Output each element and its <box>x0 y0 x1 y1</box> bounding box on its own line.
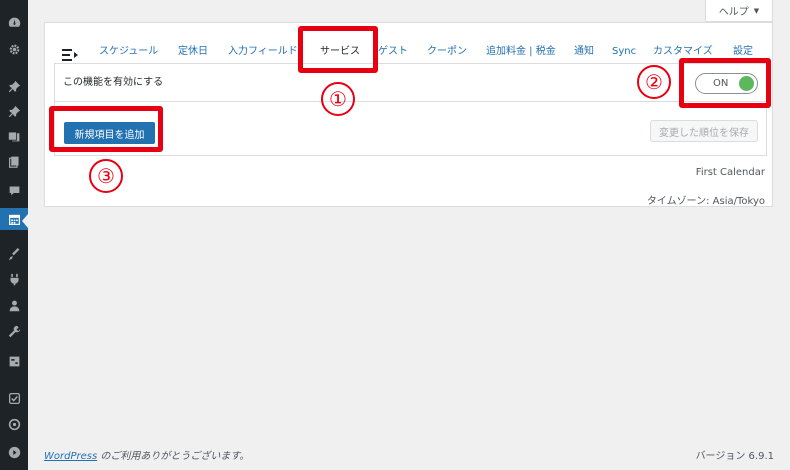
footer-thanks: WordPress のご利用ありがとうございます。 <box>44 447 249 462</box>
pin-icon[interactable] <box>0 75 28 97</box>
marker-1: ① <box>321 82 355 116</box>
marker-2: ② <box>637 65 671 99</box>
help-label: ヘルプ <box>718 7 749 18</box>
tab-sync[interactable]: Sync <box>612 41 636 63</box>
highlight-add-button <box>49 106 163 152</box>
help-tab-button[interactable]: ヘルプ ▼ <box>705 0 773 22</box>
settings-icon[interactable] <box>0 350 28 372</box>
tab-coupons[interactable]: クーポン <box>427 41 467 63</box>
wordpress-link[interactable]: WordPress <box>44 451 97 462</box>
gear-icon[interactable] <box>0 38 28 60</box>
play-icon[interactable] <box>0 441 28 463</box>
footer-version: バージョン 6.9.1 <box>695 451 774 462</box>
check-icon[interactable] <box>0 387 28 409</box>
users-icon[interactable] <box>0 294 28 316</box>
dashboard-icon[interactable] <box>0 11 28 33</box>
circle-arrow-icon[interactable] <box>0 413 28 435</box>
timezone-label: タイムゾーン: Asia/Tokyo <box>646 196 765 207</box>
enable-feature-label: この機能を有効にする <box>63 77 164 88</box>
tab-bar: スケジュール 定休日 入力フィールド サービス ゲスト クーポン 追加料金 | … <box>62 41 762 63</box>
comments-icon[interactable] <box>0 179 28 201</box>
appearance-icon[interactable] <box>0 243 28 265</box>
media-icon[interactable] <box>0 125 28 147</box>
marker-3: ③ <box>89 159 123 193</box>
plugins-icon[interactable] <box>0 268 28 290</box>
current-menu-arrow <box>22 214 28 228</box>
tab-schedule[interactable]: スケジュール <box>99 41 158 63</box>
footer-thanks-text: のご利用ありがとうございます。 <box>97 451 250 462</box>
admin-sidebar <box>0 0 28 470</box>
highlight-services-tab <box>298 26 378 73</box>
highlight-toggle <box>679 58 771 108</box>
pages-icon[interactable] <box>0 150 28 172</box>
tab-guests[interactable]: ゲスト <box>378 41 408 63</box>
tab-holidays[interactable]: 定休日 <box>178 41 208 63</box>
tab-input-fields[interactable]: 入力フィールド <box>228 41 298 63</box>
tab-surcharge-tax[interactable]: 追加料金 | 税金 <box>486 41 556 63</box>
chevron-down-icon: ▼ <box>753 6 760 15</box>
calendar-name: First Calendar <box>695 167 765 178</box>
save-order-button[interactable]: 変更した順位を保存 <box>650 120 758 142</box>
tools-icon[interactable] <box>0 320 28 342</box>
menu-toggle-icon[interactable] <box>62 46 78 61</box>
tab-notifications[interactable]: 通知 <box>574 41 594 63</box>
pin-icon[interactable] <box>0 100 28 122</box>
